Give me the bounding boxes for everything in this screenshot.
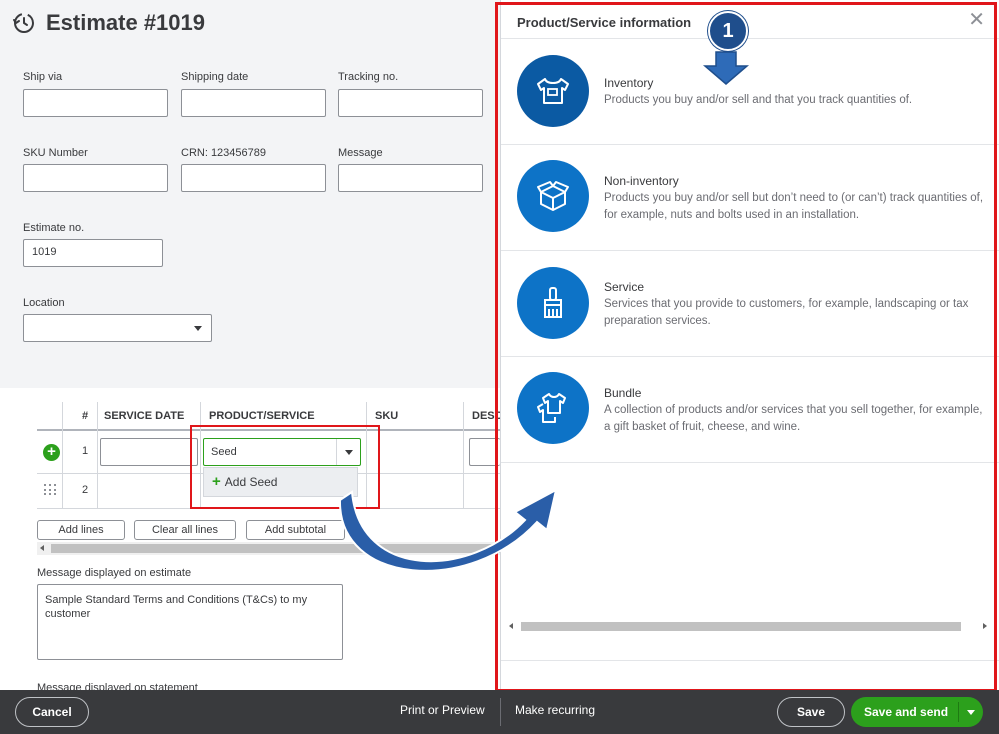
add-line-plus-icon[interactable]: + xyxy=(43,444,60,461)
column-header-number: # xyxy=(82,410,89,422)
column-header-sku[interactable]: SKU xyxy=(375,410,398,422)
estimate-no-label: Estimate no. xyxy=(23,222,85,234)
message-input[interactable] xyxy=(338,164,483,192)
add-subtotal-button[interactable]: Add subtotal xyxy=(246,520,345,540)
chevron-down-icon[interactable] xyxy=(967,710,975,715)
scrollbar-thumb[interactable] xyxy=(51,544,500,553)
clear-all-lines-button[interactable]: Clear all lines xyxy=(134,520,236,540)
message-on-estimate-textarea[interactable]: Sample Standard Terms and Conditions (T&… xyxy=(37,584,343,660)
row-number: 2 xyxy=(82,484,89,496)
add-lines-button[interactable]: Add lines xyxy=(37,520,125,540)
message-on-estimate-label: Message displayed on estimate xyxy=(37,567,192,579)
tracking-no-input[interactable] xyxy=(338,89,483,117)
save-and-send-button[interactable]: Save and send xyxy=(851,697,983,727)
location-select[interactable] xyxy=(23,314,212,342)
ship-via-input[interactable] xyxy=(23,89,168,117)
message-on-statement-label: Message displayed on statement xyxy=(37,682,198,690)
annotation-highlight-box xyxy=(190,425,380,509)
service-date-input[interactable] xyxy=(100,438,198,466)
crn-input[interactable] xyxy=(181,164,326,192)
page-title-row: Estimate #1019 xyxy=(12,10,205,36)
button-divider xyxy=(958,702,959,722)
shipping-date-input[interactable] xyxy=(181,89,326,117)
message-label: Message xyxy=(338,147,383,159)
estimate-no-input[interactable]: 1019 xyxy=(23,239,163,267)
shipping-date-label: Shipping date xyxy=(181,71,249,83)
table-column-divider xyxy=(463,402,464,508)
footer-bar: Cancel Print or Preview Make recurring S… xyxy=(0,690,999,734)
ship-via-label: Ship via xyxy=(23,71,63,83)
column-header-service-date[interactable]: SERVICE DATE xyxy=(104,410,184,422)
chevron-down-icon xyxy=(194,326,202,331)
location-label: Location xyxy=(23,297,65,309)
column-header-product-service[interactable]: PRODUCT/SERVICE xyxy=(209,410,315,422)
annotation-panel-box xyxy=(495,2,997,692)
save-button[interactable]: Save xyxy=(777,697,845,727)
drag-handle-icon[interactable] xyxy=(44,484,56,496)
scroll-left-arrow-icon[interactable] xyxy=(40,545,44,551)
page-title: Estimate #1019 xyxy=(46,10,205,35)
table-horizontal-scrollbar[interactable] xyxy=(37,542,500,555)
step-number-badge: 1 xyxy=(708,11,748,51)
save-and-send-label: Save and send xyxy=(864,705,949,719)
tracking-no-label: Tracking no. xyxy=(338,71,399,83)
print-or-preview-button[interactable]: Print or Preview xyxy=(400,703,485,717)
make-recurring-button[interactable]: Make recurring xyxy=(515,703,595,717)
footer-divider xyxy=(500,698,501,726)
sku-number-label: SKU Number xyxy=(23,147,88,159)
sku-number-input[interactable] xyxy=(23,164,168,192)
history-clock-icon[interactable] xyxy=(12,11,36,35)
table-column-divider xyxy=(62,402,63,508)
cancel-button[interactable]: Cancel xyxy=(15,697,89,727)
row-number: 1 xyxy=(82,445,89,457)
crn-label: CRN: 123456789 xyxy=(181,147,267,159)
table-column-divider xyxy=(97,402,98,508)
